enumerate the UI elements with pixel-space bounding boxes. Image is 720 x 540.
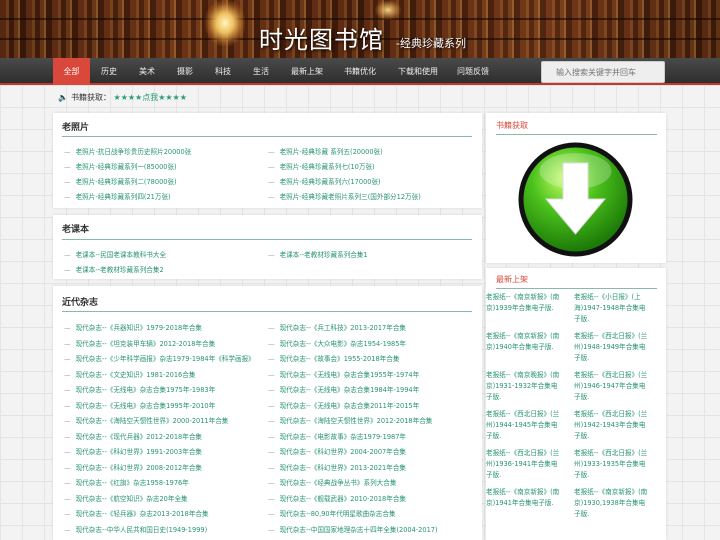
list-item[interactable]: — 现代杂志--《文史知识》1981-2016合集: [64, 369, 195, 379]
list-item[interactable]: — 老照片-经典珍藏 系列五(20000张): [268, 146, 383, 156]
section-magazines: 近代杂志 — 现代杂志--《兵器知识》1979-2018年合集 — 现代杂志--《坦克…: [53, 286, 482, 540]
list-item[interactable]: — 老课本--老教材珍藏系列合集1: [268, 249, 368, 259]
speaker-icon: 🔈: [58, 93, 68, 102]
list-item[interactable]: — 现代杂志--《无线电》杂志合集1975年-1983年: [64, 384, 215, 394]
nav-item-art[interactable]: 美术: [130, 58, 164, 85]
new-arrival-link[interactable]: 老报纸--《小日报》(上海)1947-1948年合集电子版.: [574, 292, 648, 325]
list-item[interactable]: — 老照片-经典珍藏系列一(85000张): [64, 161, 177, 171]
list-item[interactable]: — 现代杂志--《兵器知识》1979-2018年合集: [64, 322, 202, 332]
nav-item-tech[interactable]: 科技: [206, 58, 240, 85]
list-item[interactable]: — 老照片-经典珍藏系列六(17000张): [268, 176, 381, 186]
list-item[interactable]: — 现代杂志--中国国家地理杂志十四年全集(2004-2017): [268, 524, 438, 534]
lamp-light: [375, 0, 401, 20]
list-item[interactable]: — 老照片-抗日战争珍贵历史照片20000张: [64, 146, 191, 156]
list-item[interactable]: — 现代杂志--《轻兵器》杂志2013-2018年合集: [64, 508, 209, 518]
new-arrival-link[interactable]: 老报纸--《西北日报》(兰州)1936-1941年合集电子版.: [486, 448, 560, 481]
list-item[interactable]: — 现代杂志--《红旗》杂志1958-1976年: [64, 477, 189, 487]
list-item[interactable]: — 现代杂志--《少年科学画报》杂志1979-1984年《科学画报》: [64, 353, 255, 363]
list-item[interactable]: — 现代杂志--《无线电》杂志合集1995年-2010年: [64, 400, 215, 410]
list-item[interactable]: — 现代杂志--《航空知识》杂志20年全集: [64, 493, 188, 503]
new-arrival-link[interactable]: 老报纸--《西北日报》(兰州)1942-1943年合集电子版.: [574, 409, 648, 442]
nav-item-new[interactable]: 最新上架: [283, 58, 331, 85]
list-item[interactable]: — 现代杂志--80,90年代明星歌曲杂志合集: [268, 508, 396, 518]
new-arrival-link[interactable]: 老报纸--《南京新报》(南京)1939年合集电子版.: [486, 292, 560, 314]
new-arrivals-title: 最新上架: [496, 275, 528, 284]
list-item[interactable]: — 现代杂志--《海陆空天惯性世界》2012-2018年合集: [268, 415, 432, 425]
nav-item-optimize[interactable]: 书籍优化: [336, 58, 384, 85]
site-subtitle: -经典珍藏系列: [396, 37, 466, 50]
list-item[interactable]: — 现代杂志--《科幻世界》2004-2007年合集: [268, 446, 406, 456]
new-arrival-link[interactable]: 老报纸--《南京晚报》(南京)1931-1932年合集电子版.: [486, 370, 560, 403]
list-item[interactable]: — 现代杂志--《海陆空天惯性世界》2000-2011年合集: [64, 415, 228, 425]
nav-item-all[interactable]: 全部: [53, 58, 90, 85]
new-arrival-link[interactable]: 老报纸--《西北日报》(兰州)1933-1935年合集电子版.: [574, 448, 648, 481]
section-title: 老照片: [62, 123, 90, 133]
new-arrivals-panel: 最新上架 老报纸--《南京新报》(南京)1939年合集电子版. 老报纸--《小日报…: [486, 268, 666, 540]
download-arrow-icon[interactable]: [517, 141, 634, 258]
list-item[interactable]: — 老课本--老教材珍藏系列合集2: [64, 264, 164, 274]
list-item[interactable]: — 现代杂志--《故事会》1955-2018年合集: [268, 353, 399, 363]
list-item[interactable]: — 现代杂志--中华人民共和国日史(1949-1999): [64, 524, 207, 534]
nav-item-feedback[interactable]: 问题反馈: [450, 58, 496, 85]
list-item[interactable]: — 现代杂志--《现代兵器》2012-2018年合集: [64, 431, 202, 441]
section-title: 老课本: [62, 225, 90, 235]
list-item[interactable]: — 现代杂志--《兵工科技》2013-2017年合集: [268, 322, 406, 332]
notice-bar: 🔈 书籍获取： ★★★★点我★★★★: [58, 91, 187, 105]
list-item[interactable]: — 老课本--民国老课本教科书大全: [64, 249, 166, 259]
new-arrival-link[interactable]: 老报纸--《南京新报》(南京)1930,1938年合集电子版.: [574, 487, 648, 520]
list-item[interactable]: — 老照片-经典珍藏老照片系列三(国外部分12万张): [268, 191, 421, 201]
list-item[interactable]: — 现代杂志--《科幻世界》2013-2021年合集: [268, 462, 406, 472]
new-arrival-link[interactable]: 老报纸--《西北日报》(兰州)1944-1945年合集电子版.: [486, 409, 560, 442]
search-input[interactable]: [541, 61, 665, 83]
site-title[interactable]: 时光图书馆: [259, 20, 384, 55]
nav-item-life[interactable]: 生活: [244, 58, 278, 85]
new-arrival-link[interactable]: 老报纸--《西北日报》(兰州)1946-1947年合集电子版.: [574, 370, 648, 403]
list-item[interactable]: — 老照片-经典珍藏系列二(78000张): [64, 176, 177, 186]
list-item[interactable]: — 现代杂志--《无线电》杂志合集1984年-1994年: [268, 384, 419, 394]
list-item[interactable]: — 现代杂志--《电影故事》杂志1979-1987年: [268, 431, 406, 441]
list-item[interactable]: — 现代杂志--《科幻世界》2008-2012年合集: [64, 462, 202, 472]
section-old-textbooks: 老课本 — 老课本--民国老课本教科书大全 — 老课本--老教材珍藏系列合集2 — 老…: [53, 215, 482, 279]
list-item[interactable]: — 现代杂志--《坦克装甲车辆》2012-2018年合集: [64, 338, 215, 348]
nav-item-download[interactable]: 下载和使用: [390, 58, 446, 85]
section-old-photos: 老照片 — 老照片-抗日战争珍贵历史照片20000张 — 老照片-经典珍藏系列一(8…: [53, 113, 482, 208]
list-item[interactable]: — 老照片-经典珍藏系列七(10万张): [268, 161, 375, 171]
notice-link[interactable]: ★★★★点我★★★★: [114, 93, 187, 102]
lamp-light: [205, 0, 245, 46]
list-item[interactable]: — 现代杂志--《无线电》杂志合集1955年-1974年: [268, 369, 419, 379]
new-arrival-link[interactable]: 老报纸--《南京新报》(南京)1941年合集电子版.: [486, 487, 560, 509]
list-item[interactable]: — 老照片-经典珍藏系列四(21万张): [64, 191, 171, 201]
new-arrival-link[interactable]: 老报纸--《西北日报》(兰州)1948-1949年合集电子版.: [574, 331, 648, 364]
list-item[interactable]: — 现代杂志--《无线电》杂志合集2011年-2015年: [268, 400, 419, 410]
nav-item-history[interactable]: 历史: [92, 58, 126, 85]
notice-prefix: 书籍获取：: [70, 93, 111, 102]
section-title: 近代杂志: [62, 298, 99, 308]
new-arrival-link[interactable]: 老报纸--《南京新报》(南京)1940年合集电子版.: [486, 331, 560, 353]
list-item[interactable]: — 现代杂志--《科幻世界》1991-2003年合集: [64, 446, 202, 456]
nav-item-photo[interactable]: 摄影: [168, 58, 202, 85]
list-item[interactable]: — 现代杂志--《经典战争丛书》系列大合集: [268, 477, 396, 487]
list-item[interactable]: — 现代杂志--《舰载武器》2010-2018年合集: [268, 493, 406, 503]
list-item[interactable]: — 现代杂志--《大众电影》杂志1954-1985年: [268, 338, 406, 348]
get-books-title: 书籍获取: [496, 121, 528, 130]
site-header: 时光图书馆 -经典珍藏系列: [0, 0, 720, 58]
